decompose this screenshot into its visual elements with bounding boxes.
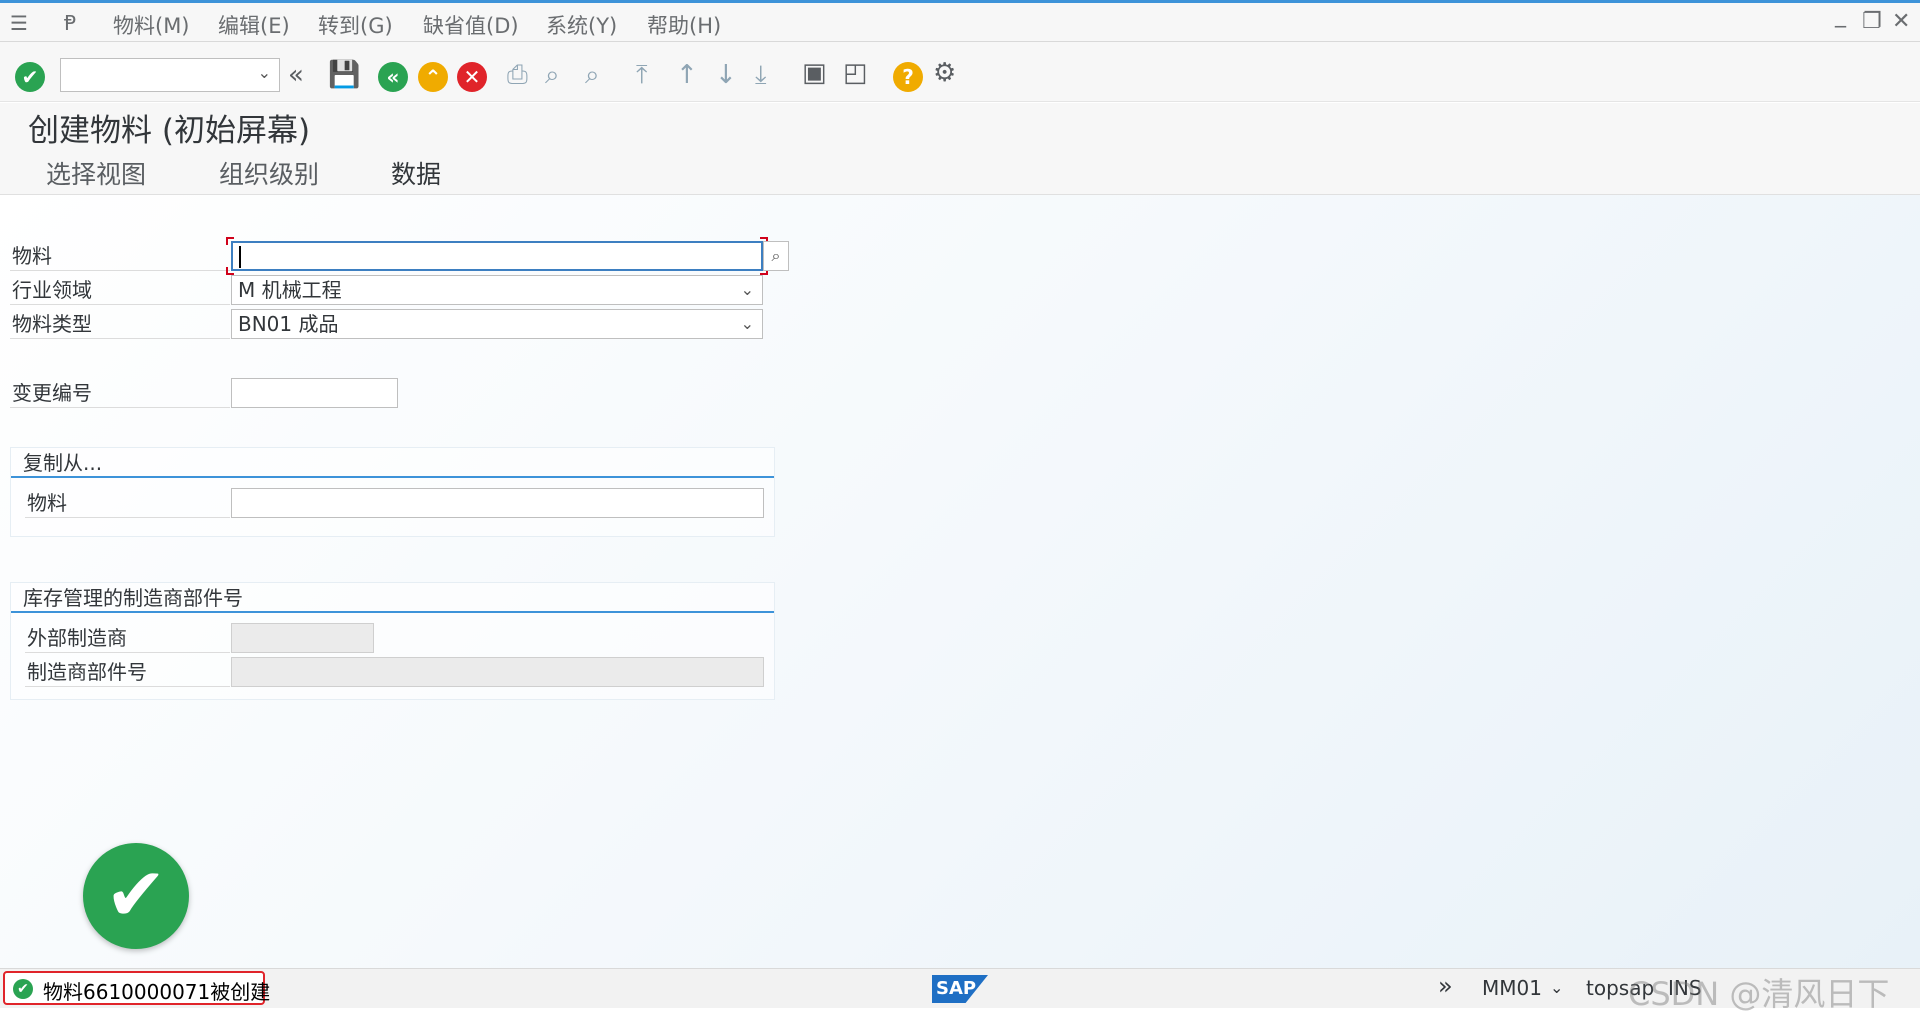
exit-icon[interactable]: ⌃ [418,62,448,92]
menu-system[interactable]: 系统(Y) [546,10,617,40]
select-views-button[interactable]: 选择视图 [46,155,146,191]
chevron-down-icon[interactable]: ⌄ [741,310,754,338]
standard-toolbar: ✔ ⌄ « 💾 « ⌃ ✕ ⎙ ⌕ ⌕ ⤒ ↑ ↓ ⤓ ▣ ◰ ? ⚙ [0,42,1920,102]
mpn-label: 制造商部件号 [25,657,230,687]
cancel-icon[interactable]: ✕ [457,62,487,92]
find-next-icon[interactable]: ⌕ [585,60,600,90]
application-toolbar: 选择视图 组织级别 数据 [0,147,1920,195]
industry-value: M 机械工程 [238,278,342,302]
mpn-group-title: 库存管理的制造商部件号 [11,583,774,613]
external-manufacturer-label: 外部制造商 [25,623,230,653]
watermark-text: CSDN @清风日下 [1628,975,1890,1013]
data-button[interactable]: 数据 [391,155,441,191]
expand-status-icon[interactable]: » [1438,972,1453,1000]
copy-material-label: 物料 [25,488,230,518]
menu-defaults[interactable]: 缺省值(D) [423,10,519,40]
external-manufacturer-input [231,623,374,653]
help-icon[interactable]: ? [893,62,923,92]
transaction-code: MM01 [1482,976,1542,1000]
menu-help[interactable]: 帮助(H) [647,10,721,40]
mpn-input [231,657,764,687]
back-icon[interactable]: « [378,62,408,92]
material-type-label: 物料类型 [10,309,230,339]
material-input[interactable] [231,241,763,271]
last-page-icon[interactable]: ⤓ [755,60,767,90]
chevron-down-icon[interactable]: ⌄ [741,276,754,304]
command-field[interactable]: ⌄ [60,58,280,92]
org-levels-button[interactable]: 组织级别 [219,155,319,191]
shortcut-icon[interactable]: ◰ [843,58,868,88]
copy-material-input[interactable] [231,488,764,518]
personalize-icon[interactable]: Ᵽ [64,11,76,35]
search-help-icon[interactable]: ⌕ [763,241,789,271]
first-page-icon[interactable]: ⤒ [636,60,648,90]
copy-from-title: 复制从... [11,448,774,478]
save-icon[interactable]: 💾 [328,60,360,90]
industry-label: 行业领域 [10,275,230,305]
chevron-down-icon[interactable]: ⌄ [258,63,271,82]
success-check-icon: ✔ [83,843,189,949]
material-type-select[interactable]: BN01 成品 ⌄ [231,309,763,339]
success-icon: ✔ [13,979,33,999]
main-content: 物料 ⌕ 行业领域 M 机械工程 ⌄ 物料类型 BN01 成品 ⌄ 变更编号 复… [0,195,1920,968]
required-marker [226,237,234,245]
next-page-icon[interactable]: ↓ [715,60,737,90]
menu-goto[interactable]: 转到(G) [318,10,393,40]
print-icon[interactable]: ⎙ [507,60,528,90]
mpn-group: 库存管理的制造商部件号 外部制造商 制造商部件号 [10,582,775,700]
status-message[interactable]: ✔ 物料6610000071被创建 [3,971,270,1005]
menu-material[interactable]: 物料(M) [113,10,190,40]
material-label: 物料 [10,241,230,271]
material-type-value: BN01 成品 [238,312,339,336]
page-title: 创建物料 (初始屏幕) [28,113,311,149]
status-text: 物料6610000071被创建 [43,980,271,1004]
menu-bar: ☰ Ᵽ 物料(M) 编辑(E) 转到(G) 缺省值(D) 系统(Y) 帮助(H)… [0,0,1920,42]
industry-select[interactable]: M 机械工程 ⌄ [231,275,763,305]
create-session-icon[interactable]: ▣ [802,58,827,88]
enter-icon[interactable]: ✔ [15,62,45,92]
required-marker [226,267,234,275]
title-area: 创建物料 (初始屏幕) [0,103,1920,149]
status-bar: ✔ 物料6610000071被创建 SAP » MM01 ⌄ topsap IN… [0,968,1920,1013]
restore-icon[interactable]: ❐ [1862,9,1882,34]
sap-logo: SAP [932,975,988,1003]
change-number-input[interactable] [231,378,398,408]
collapse-icon[interactable]: « [288,60,304,90]
close-icon[interactable]: ✕ [1892,9,1910,34]
menu-icon[interactable]: ☰ [10,11,28,35]
gear-icon[interactable]: ⚙ [933,58,956,88]
text-caret [239,246,241,268]
minimize-icon[interactable]: _ [1835,3,1846,28]
copy-from-group: 复制从... 物料 [10,447,775,537]
find-icon[interactable]: ⌕ [545,60,560,90]
chevron-down-icon[interactable]: ⌄ [1550,978,1563,997]
menu-edit[interactable]: 编辑(E) [218,10,290,40]
change-number-label: 变更编号 [10,378,230,408]
previous-page-icon[interactable]: ↑ [676,60,698,90]
